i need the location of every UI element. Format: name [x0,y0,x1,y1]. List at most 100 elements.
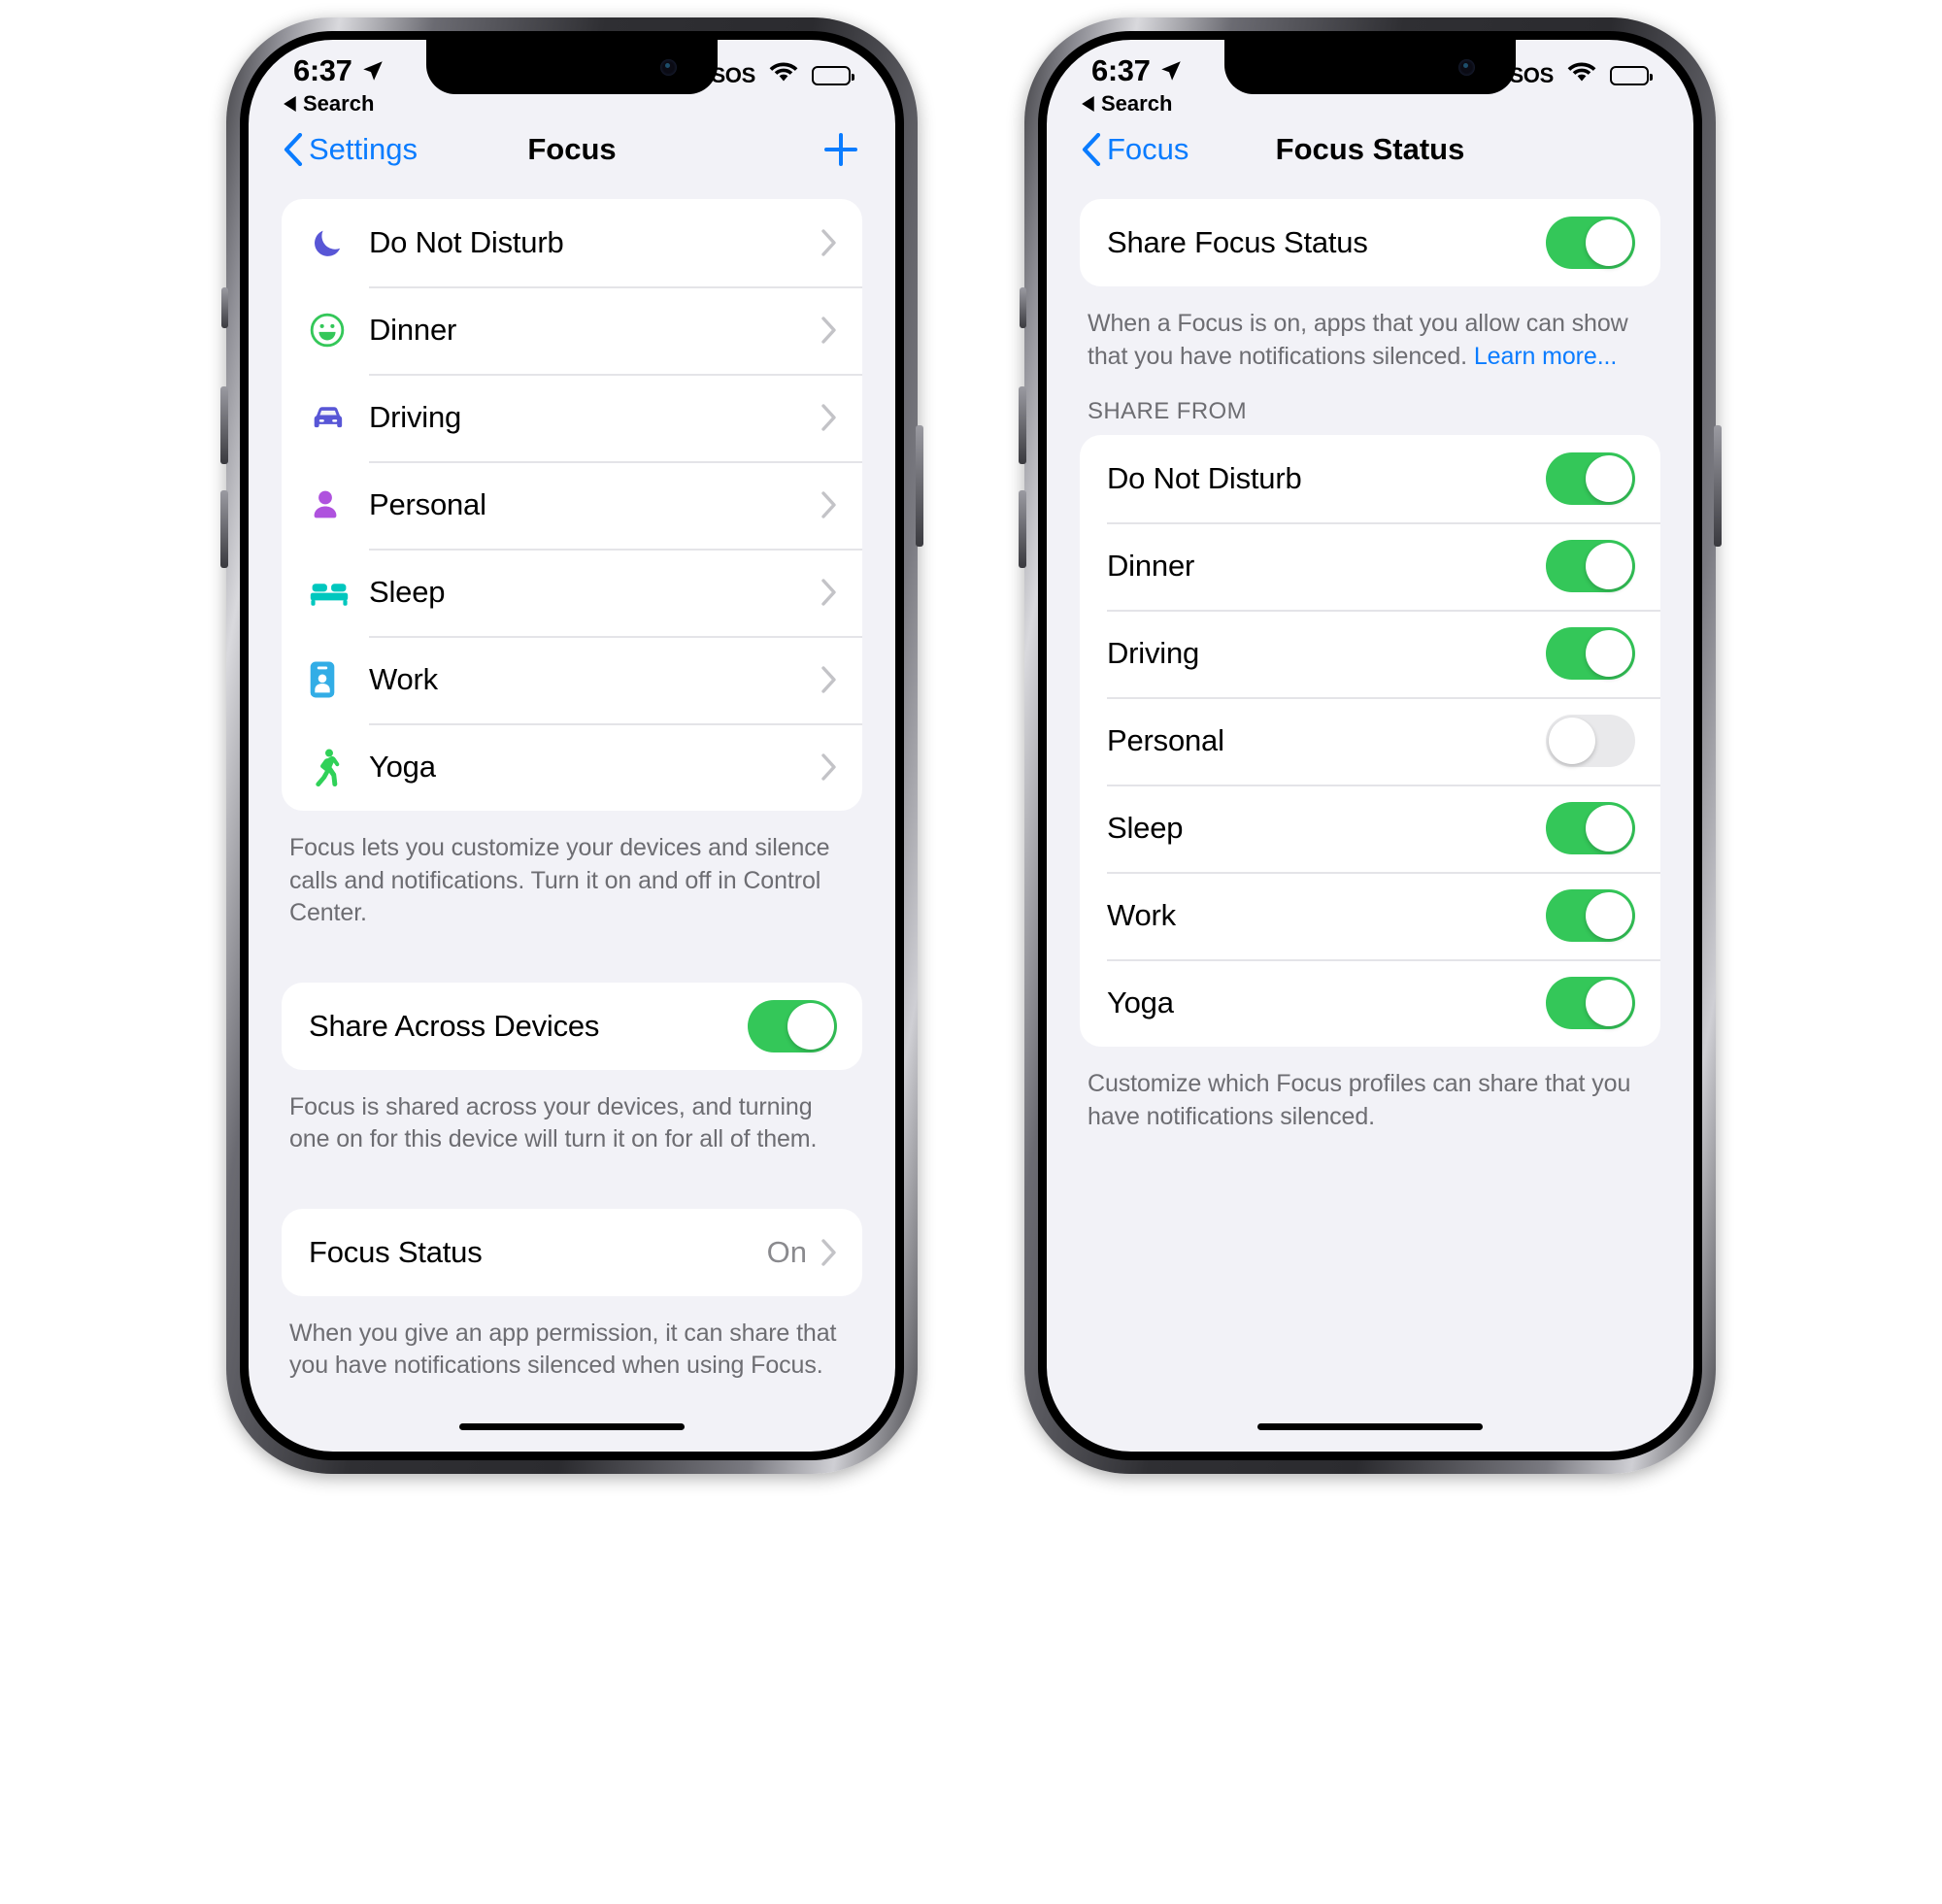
focus-status-description: When you give an app permission, it can … [289,1319,837,1380]
volume-down-button[interactable] [220,490,228,568]
phone-bezel-right: 6:37 Search SOS Focus Focus Status Share… [1038,31,1702,1460]
wifi-icon [768,61,799,89]
nav-bar-right: Focus Focus Status [1047,112,1693,187]
phone-right: 6:37 Search SOS Focus Focus Status Share… [1019,17,1722,1474]
mute-switch[interactable] [1020,287,1026,328]
back-button-focus[interactable]: Focus [1082,132,1189,167]
list-item-personal[interactable]: Personal [282,461,862,549]
home-indicator[interactable] [1257,1423,1483,1430]
share-across-devices-toggle[interactable] [748,999,837,1052]
back-to-search-label: Search [303,91,375,116]
status-bar-right-cluster: SOS [711,40,854,89]
mute-switch[interactable] [221,287,228,328]
row-share-across-devices[interactable]: Share Across Devices [282,983,862,1070]
focus-status-label: Focus Status [309,1234,483,1269]
row-share-from-work[interactable]: Work [1080,872,1660,959]
nav-bar-left: Settings Focus [249,112,895,187]
back-triangle-icon [1082,96,1094,112]
chevron-right-icon [820,1238,837,1266]
share-from-toggle-personal[interactable] [1546,715,1635,767]
phone-left: 6:37 Search SOS Settings Focus Do Not Di… [220,17,923,1474]
list-item-label: Work [369,662,438,696]
chevron-left-icon [284,133,303,166]
list-item-dinner[interactable]: Dinner [282,286,862,374]
row-share-from-sleep[interactable]: Sleep [1080,785,1660,872]
share-across-devices-group: Share Across Devices [282,982,862,1070]
share-from-toggle-work[interactable] [1546,889,1635,942]
row-focus-status[interactable]: Focus Status On [282,1209,862,1296]
share-from-description: Customize which Focus profiles can share… [1088,1070,1631,1130]
status-time: 6:37 [1091,53,1151,87]
share-from-label: Personal [1107,723,1224,757]
list-item-driving[interactable]: Driving [282,374,862,461]
status-time-row: 6:37 [293,53,385,88]
list-item-label: Sleep [369,575,446,609]
row-share-from-dinner[interactable]: Dinner [1080,522,1660,610]
volume-down-button[interactable] [1019,490,1026,568]
learn-more-link[interactable]: Learn more... [1474,343,1617,370]
share-focus-status-label: Share Focus Status [1107,225,1368,259]
bed-icon [309,575,369,610]
back-to-search-button[interactable]: Search [284,91,385,117]
back-button-label: Settings [309,132,419,166]
volume-up-button[interactable] [1019,386,1026,464]
screenshot-stage: 6:37 Search SOS Settings Focus Do Not Di… [0,0,1942,1904]
share-across-devices-label: Share Across Devices [309,1008,600,1043]
content-right: Share Focus Status When a Focus is on, a… [1047,187,1693,1133]
share-from-toggle-do-not-disturb[interactable] [1546,452,1635,505]
notch-left [426,40,718,94]
list-item-do-not-disturb[interactable]: Do Not Disturb [282,199,862,286]
status-bar-right-cluster: SOS [1509,40,1653,89]
focus-profiles-group: Do Not Disturb Dinner Driving Personal S… [282,199,862,811]
row-share-focus-status[interactable]: Share Focus Status [1080,199,1660,286]
list-item-yoga[interactable]: Yoga [282,723,862,811]
share-from-label: Dinner [1107,549,1195,583]
status-bar-left-cluster: 6:37 Search [1082,40,1184,117]
row-share-from-do-not-disturb[interactable]: Do Not Disturb [1080,435,1660,522]
share-from-toggle-yoga[interactable] [1546,977,1635,1029]
screen-left: 6:37 Search SOS Settings Focus Do Not Di… [249,40,895,1452]
front-camera [660,59,677,76]
person-icon [309,487,369,522]
list-item-sleep[interactable]: Sleep [282,549,862,636]
list-item-work[interactable]: Work [282,636,862,723]
back-to-search-button[interactable]: Search [1082,91,1184,117]
back-to-search-label: Search [1101,91,1173,116]
chevron-right-icon [820,666,837,693]
share-from-toggle-dinner[interactable] [1546,540,1635,592]
row-share-from-personal[interactable]: Personal [1080,697,1660,785]
phone-bezel-left: 6:37 Search SOS Settings Focus Do Not Di… [240,31,904,1460]
share-from-label: Driving [1107,636,1200,670]
wifi-icon [1566,61,1597,89]
content-left: Do Not Disturb Dinner Driving Personal S… [249,187,895,1383]
id-badge-icon [309,660,369,699]
power-button[interactable] [1714,425,1722,547]
volume-up-button[interactable] [220,386,228,464]
list-item-label: Personal [369,487,486,521]
plus-icon [824,133,857,166]
front-camera [1458,59,1475,76]
back-button-settings[interactable]: Settings [284,132,418,167]
share-from-toggle-sleep[interactable] [1546,802,1635,854]
list-item-label: Do Not Disturb [369,225,564,259]
share-focus-status-toggle[interactable] [1546,217,1635,269]
add-focus-button[interactable] [821,130,860,169]
smiley-face-icon [309,312,369,349]
share-from-section-header: SHARE FROM [1088,398,1248,424]
home-indicator[interactable] [459,1423,685,1430]
focus-description: Focus lets you customize your devices an… [289,834,830,926]
row-share-from-yoga[interactable]: Yoga [1080,959,1660,1047]
focus-status-group: Focus Status On [282,1208,862,1296]
sos-indicator: SOS [711,62,755,87]
share-from-label: Sleep [1107,811,1184,845]
power-button[interactable] [916,425,923,547]
back-button-label: Focus [1107,132,1189,166]
list-item-label: Yoga [369,750,436,784]
location-arrow-icon [360,58,385,84]
sos-indicator: SOS [1509,62,1554,87]
location-arrow-icon [1158,58,1184,84]
chevron-right-icon [820,753,837,781]
chevron-right-icon [820,579,837,606]
row-share-from-driving[interactable]: Driving [1080,610,1660,697]
share-from-toggle-driving[interactable] [1546,627,1635,680]
